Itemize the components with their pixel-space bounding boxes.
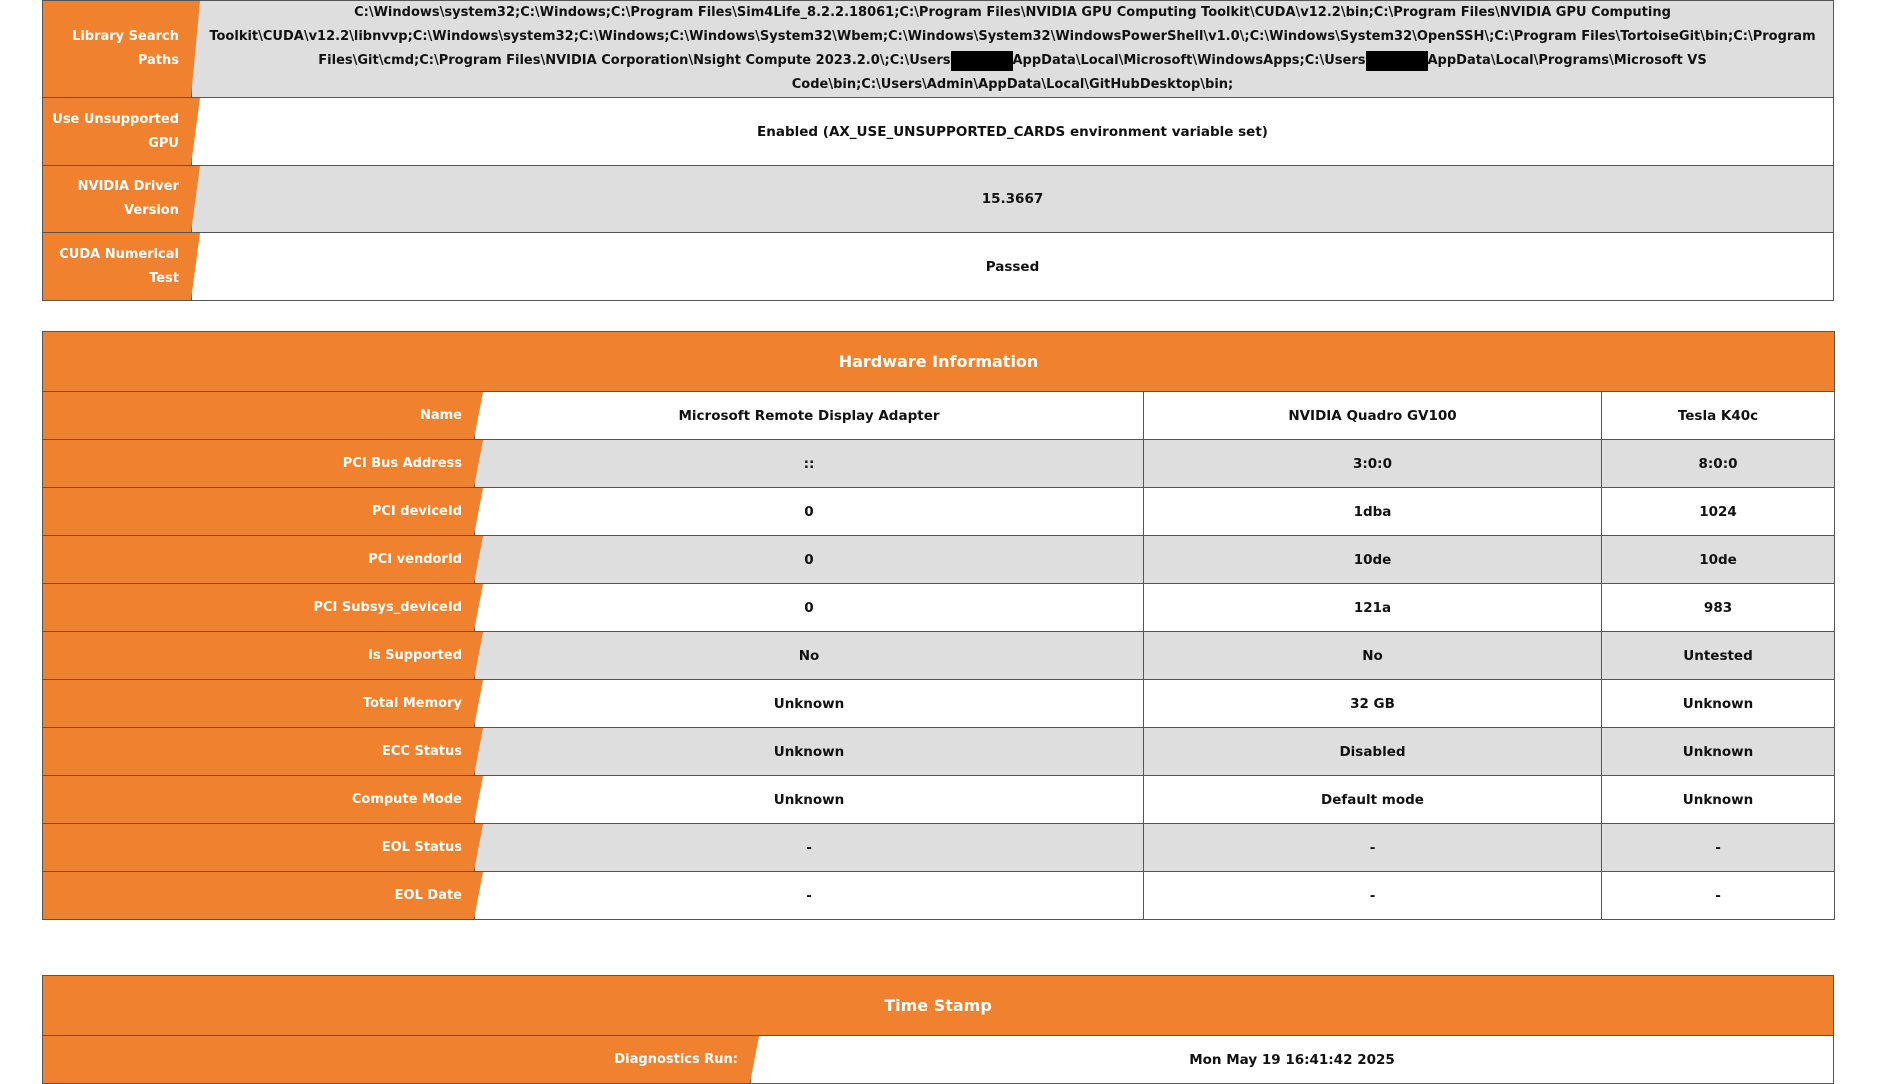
row-label-compute-mode: Compute Mode <box>42 775 475 824</box>
row-label-ecc-status: ECC Status <box>42 727 475 776</box>
table-row: Diagnostics Run: Mon May 19 16:41:42 202… <box>42 1035 1834 1084</box>
gpu-3-eol-date: - <box>1600 871 1836 920</box>
gpu-1-eol-status: - <box>474 823 1144 872</box>
gpu-3-pci-bus-address: 8:0:0 <box>1600 439 1836 488</box>
table-row: Is Supported No No Untested <box>42 631 1836 680</box>
use-unsupported-gpu-value: Enabled (AX_USE_UNSUPPORTED_CARDS enviro… <box>191 97 1834 166</box>
gpu-2-is-supported: No <box>1143 631 1602 680</box>
row-label-pci-vendorid: PCI vendorId <box>42 535 475 584</box>
diagnostics-run-label: Diagnostics Run: <box>42 1035 751 1084</box>
diagnostics-run-value: Mon May 19 16:41:42 2025 <box>750 1035 1834 1084</box>
gpu-1-is-supported: No <box>474 631 1144 680</box>
gpu-2-pci-vendorid: 10de <box>1143 535 1602 584</box>
gpu-3-compute-mode: Unknown <box>1600 775 1836 824</box>
hardware-information-table: Hardware Information Name Microsoft Remot… <box>41 331 1836 920</box>
gpu-1-total-memory: Unknown <box>474 679 1144 728</box>
nvidia-driver-version-value: 15.3667 <box>191 165 1834 233</box>
table-row: NVIDIA Driver Version 15.3667 <box>42 165 1834 233</box>
gpu-3-pci-subsys-deviceid: 983 <box>1600 583 1836 632</box>
table-row: PCI Bus Address:: 3:0:0 8:0:0 <box>42 439 1836 488</box>
path-text-2: AppData\Local\Microsoft\WindowsApps;C:\U… <box>1012 53 1366 68</box>
environment-table: Library Search Paths C:\Windows\system32… <box>42 0 1834 301</box>
gpu-3-pci-vendorid: 10de <box>1600 535 1836 584</box>
table-row: Name Microsoft Remote Display Adapter NVID… <box>42 391 1836 440</box>
hardware-information-title: Hardware Information <box>41 331 1836 392</box>
gpu-2-ecc-status: Disabled <box>1143 727 1602 776</box>
library-search-paths-value: C:\Windows\system32;C:\Windows;C:\Progra… <box>191 0 1834 98</box>
gpu-3-ecc-status: Unknown <box>1600 727 1836 776</box>
gpu-1-eol-date: - <box>474 871 1144 920</box>
row-label-eol-status: EOL Status <box>42 823 475 872</box>
table-row: EOL Status - - - <box>42 823 1836 872</box>
table-row: PCI deviceId 0 1dba 1024 <box>42 487 1836 536</box>
row-label-nvidia-driver-version: NVIDIA Driver Version <box>42 165 192 233</box>
gpu-1-pci-subsys-deviceid: 0 <box>474 583 1144 632</box>
cuda-numerical-test-value: Passed <box>191 232 1834 301</box>
table-row: PCI vendorId 0 10de 10de <box>42 535 1836 584</box>
gpu-2-pci-bus-address: 3:0:0 <box>1143 439 1602 488</box>
gpu-2-total-memory: 32 GB <box>1143 679 1602 728</box>
time-stamp-title: Time Stamp <box>42 975 1834 1036</box>
table-row: ECC Status Unknown Disabled Unknown <box>42 727 1836 776</box>
gpu-3-is-supported: Untested <box>1600 631 1836 680</box>
redacted-username <box>1365 50 1428 71</box>
gpu-1-ecc-status: Unknown <box>474 727 1144 776</box>
row-label-library-search-paths: Library Search Paths <box>42 0 192 98</box>
gpu-1-pci-vendorid: 0 <box>474 535 1144 584</box>
row-label-is-supported: Is Supported <box>42 631 475 680</box>
gpu-2-pci-deviceid: 1dba <box>1143 487 1602 536</box>
row-label-total-memory: Total Memory <box>42 679 475 728</box>
gpu-1-pci-bus-address: :: <box>474 439 1144 488</box>
row-label-cuda-numerical-test: CUDA Numerical Test <box>42 232 192 301</box>
gpu-2-compute-mode: Default mode <box>1143 775 1602 824</box>
row-label-pci-subsys-deviceid: PCI Subsys_deviceId <box>42 583 475 632</box>
gpu-2-pci-subsys-deviceid: 121a <box>1143 583 1602 632</box>
table-row: Compute Mode Unknown Default mode Unknown <box>42 775 1836 824</box>
table-row: Library Search Paths C:\Windows\system32… <box>42 0 1834 98</box>
gpu-3-pci-deviceid: 1024 <box>1600 487 1836 536</box>
gpu-3-total-memory: Unknown <box>1600 679 1836 728</box>
redacted-username <box>950 50 1013 71</box>
gpu-3-name: Tesla K40c <box>1600 391 1836 440</box>
table-row: CUDA Numerical Test Passed <box>42 232 1834 301</box>
gpu-1-compute-mode: Unknown <box>474 775 1144 824</box>
gpu-1-name: Microsoft Remote Display Adapter <box>474 391 1144 440</box>
gpu-2-eol-status: - <box>1143 823 1602 872</box>
gpu-2-name: NVIDIA Quadro GV100 <box>1143 391 1602 440</box>
table-row: Use Unsupported GPU Enabled (AX_USE_UNSU… <box>42 97 1834 166</box>
row-label-pci-bus-address: PCI Bus Address <box>42 439 475 488</box>
table-row: EOL Date - - - <box>42 871 1836 920</box>
gpu-1-pci-deviceid: 0 <box>474 487 1144 536</box>
row-label-name: Name <box>42 391 475 440</box>
row-label-eol-date: EOL Date <box>42 871 475 920</box>
gpu-3-eol-status: - <box>1600 823 1836 872</box>
time-stamp-table: Time Stamp Diagnostics Run: Mon May 19 1… <box>42 975 1834 1084</box>
row-label-pci-deviceid: PCI deviceId <box>42 487 475 536</box>
row-label-use-unsupported-gpu: Use Unsupported GPU <box>42 97 192 166</box>
table-row: Total Memory Unknown 32 GB Unknown <box>42 679 1836 728</box>
table-row: PCI Subsys_deviceId 0 121a 983 <box>42 583 1836 632</box>
gpu-2-eol-date: - <box>1143 871 1602 920</box>
